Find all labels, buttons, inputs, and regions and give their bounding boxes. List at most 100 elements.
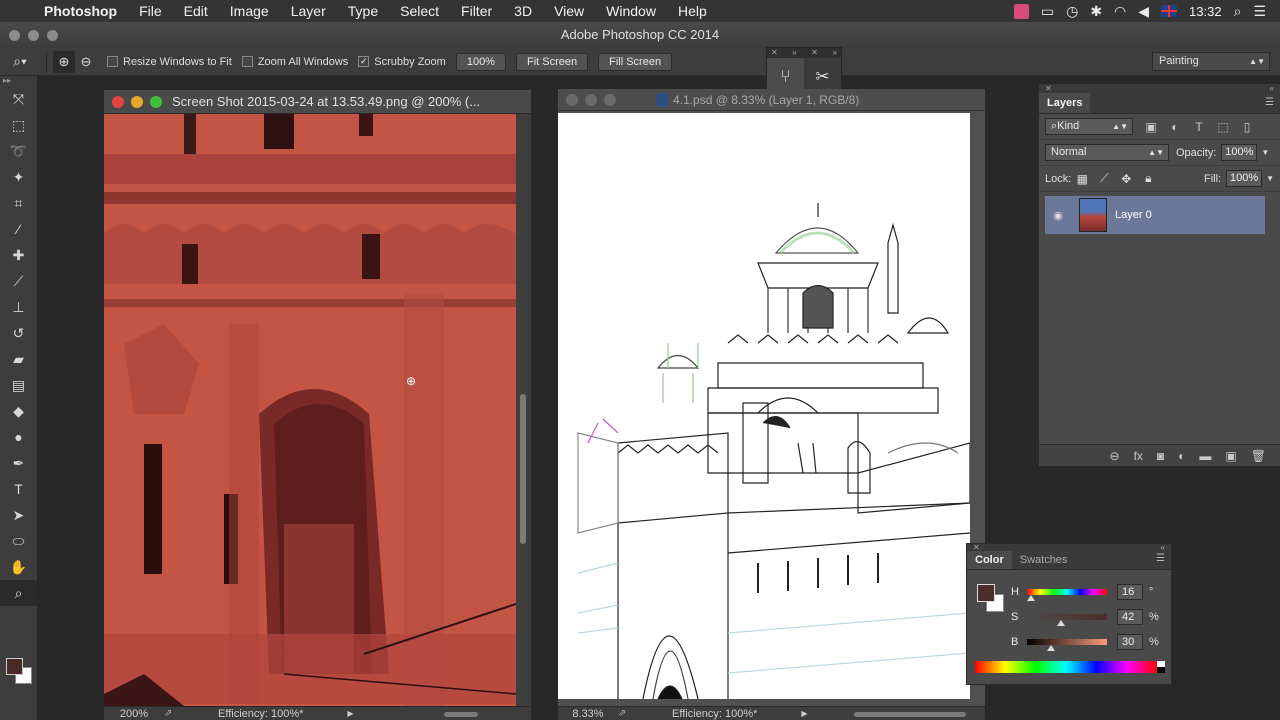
menu-view[interactable]: View <box>543 3 595 19</box>
magic-wand-tool-icon[interactable]: ✦ <box>0 164 37 190</box>
zoom-in-icon[interactable]: ⊕ <box>53 50 75 73</box>
collapse-icon[interactable]: » <box>833 48 837 58</box>
add-mask-icon[interactable]: ◙ <box>1157 449 1164 463</box>
pen-tool-icon[interactable]: ✒ <box>0 450 37 476</box>
vertical-scrollbar[interactable] <box>516 114 531 706</box>
share-icon[interactable]: ⇗ <box>164 708 178 719</box>
crop-tool-icon[interactable]: ⌗ <box>0 190 37 216</box>
doc-zoom-button[interactable] <box>604 93 616 106</box>
panel-grip-icon[interactable]: ▸▸ <box>0 76 37 86</box>
adjustment-filter-icon[interactable]: ◐ <box>1163 120 1187 134</box>
image-filter-icon[interactable]: ▣ <box>1139 120 1163 134</box>
lock-all-icon[interactable]: 🔒︎ <box>1137 171 1159 186</box>
zoom-100-button[interactable]: 100% <box>455 52 506 71</box>
adjustment-layer-icon[interactable]: ◐ <box>1178 449 1185 463</box>
hue-slider[interactable] <box>1027 589 1107 601</box>
photo-canvas[interactable]: ⊕ <box>104 114 516 706</box>
saturation-slider[interactable] <box>1027 614 1107 626</box>
horizontal-scrollbar-thumb[interactable] <box>444 712 478 717</box>
resize-windows-checkbox[interactable]: Resize Windows to Fit <box>107 56 232 68</box>
brightness-field[interactable]: 30 <box>1117 634 1143 650</box>
saturation-field[interactable]: 42 <box>1117 609 1143 625</box>
document-tab-photo[interactable]: Screen Shot 2015-03-24 at 13.53.49.png @… <box>104 90 531 114</box>
layer-name[interactable]: Layer 0 <box>1115 209 1152 221</box>
close-icon[interactable]: ✕ <box>771 48 778 58</box>
blend-mode-select[interactable]: Normal ▲▼ <box>1045 144 1169 161</box>
window-minimize-button[interactable] <box>28 30 39 41</box>
menu-filter[interactable]: Filter <box>450 3 503 19</box>
tab-color[interactable]: Color <box>967 551 1012 569</box>
menu-3d[interactable]: 3D <box>503 3 543 19</box>
layer-row[interactable]: ◉ Layer 0 <box>1045 196 1265 234</box>
zoom-level-field[interactable]: 8.33% <box>558 708 618 720</box>
slider-thumb-icon[interactable] <box>1047 645 1055 651</box>
opacity-field[interactable]: 100% <box>1221 144 1258 161</box>
move-tool-icon[interactable]: ⤧ <box>0 86 37 112</box>
menu-image[interactable]: Image <box>219 3 280 19</box>
type-tool-icon[interactable]: T <box>0 476 37 502</box>
foreground-color-swatch[interactable] <box>977 584 995 602</box>
workspace-select[interactable]: Painting ▲▼ <box>1152 52 1270 71</box>
link-layers-icon[interactable]: ⊖ <box>1110 449 1120 463</box>
time-machine-icon[interactable]: ◷ <box>1066 3 1078 20</box>
chevron-down-icon[interactable]: ▼ <box>1261 148 1269 157</box>
fit-screen-button[interactable]: Fit Screen <box>515 52 589 71</box>
close-icon[interactable]: ✕ <box>811 48 818 58</box>
spotlight-search-icon[interactable]: ⌕ <box>1234 3 1242 20</box>
menu-help[interactable]: Help <box>667 3 718 19</box>
menu-edit[interactable]: Edit <box>173 3 219 19</box>
horizontal-scrollbar-thumb[interactable] <box>854 712 966 717</box>
hand-tool-icon[interactable]: ✋ <box>0 554 37 580</box>
doc-minimize-button[interactable] <box>585 93 597 106</box>
zoom-out-icon[interactable]: ⊖ <box>75 51 97 73</box>
checkbox-box[interactable] <box>107 56 118 67</box>
doc-close-button[interactable] <box>112 95 124 108</box>
doc-close-button[interactable] <box>566 93 578 106</box>
status-menu-arrow-icon[interactable]: ▶ <box>347 709 353 718</box>
slider-thumb-icon[interactable] <box>1057 620 1065 626</box>
hue-field[interactable]: 16 <box>1117 584 1143 600</box>
doc-zoom-button[interactable] <box>150 95 162 108</box>
lock-image-pixels-icon[interactable]: ⟋ <box>1093 171 1115 186</box>
bluetooth-icon[interactable]: ✱ <box>1090 3 1102 20</box>
document-tab-sketch[interactable]: 4.1.psd @ 8.33% (Layer 1, RGB/8) <box>558 89 985 111</box>
menu-select[interactable]: Select <box>389 3 450 19</box>
display-icon[interactable]: ▭ <box>1041 3 1054 20</box>
zoom-level-field[interactable]: 200% <box>104 708 164 720</box>
lasso-tool-icon[interactable]: ➰ <box>0 138 37 164</box>
healing-brush-tool-icon[interactable]: ✚ <box>0 242 37 268</box>
panel-menu-icon[interactable]: ☰ <box>1265 93 1274 113</box>
clock[interactable]: 13:32 <box>1189 4 1222 19</box>
share-icon[interactable]: ⇗ <box>618 708 632 719</box>
history-brush-tool-icon[interactable]: ↺ <box>0 320 37 346</box>
floating-panel-header[interactable]: ✕ » ✕ » <box>767 48 841 58</box>
scrubby-zoom-checkbox[interactable]: ✓ Scrubby Zoom <box>358 56 446 68</box>
blur-tool-icon[interactable]: ◆ <box>0 398 37 424</box>
brightness-slider[interactable] <box>1027 639 1107 651</box>
chevron-down-icon[interactable]: ▼ <box>1266 174 1274 183</box>
ellipse-tool-icon[interactable]: ⬭ <box>0 528 37 554</box>
menu-layer[interactable]: Layer <box>280 3 337 19</box>
photoshop-status-icon[interactable] <box>1013 3 1029 19</box>
foreground-color-swatch[interactable] <box>6 658 23 675</box>
new-group-icon[interactable]: ▬ <box>1199 449 1211 463</box>
menu-file[interactable]: File <box>128 3 173 19</box>
wifi-icon[interactable]: ◠ <box>1114 3 1126 20</box>
eyedropper-tool-icon[interactable]: ⁄ <box>0 216 37 242</box>
lock-transparent-pixels-icon[interactable]: ▦ <box>1071 172 1093 186</box>
panel-menu-icon[interactable]: ☰ <box>1156 549 1165 569</box>
new-layer-icon[interactable]: ▣ <box>1225 449 1236 463</box>
brush-tool-icon[interactable]: ⟋ <box>0 268 37 294</box>
slider-thumb-icon[interactable] <box>1027 595 1035 601</box>
tab-swatches[interactable]: Swatches <box>1012 551 1076 569</box>
zoom-tool-preset-icon[interactable]: ⌕▾ <box>0 53 40 70</box>
menu-window[interactable]: Window <box>595 3 667 19</box>
marquee-tool-icon[interactable]: ⬚ <box>0 112 37 138</box>
input-source-flag-icon[interactable] <box>1161 5 1178 17</box>
zoom-tool-icon[interactable]: ⌕ <box>0 580 37 606</box>
doc-minimize-button[interactable] <box>131 95 143 108</box>
gradient-tool-icon[interactable]: ▤ <box>0 372 37 398</box>
zoom-all-windows-checkbox[interactable]: Zoom All Windows <box>241 56 348 68</box>
path-selection-tool-icon[interactable]: ➤ <box>0 502 37 528</box>
color-spectrum-bar[interactable] <box>975 661 1165 673</box>
